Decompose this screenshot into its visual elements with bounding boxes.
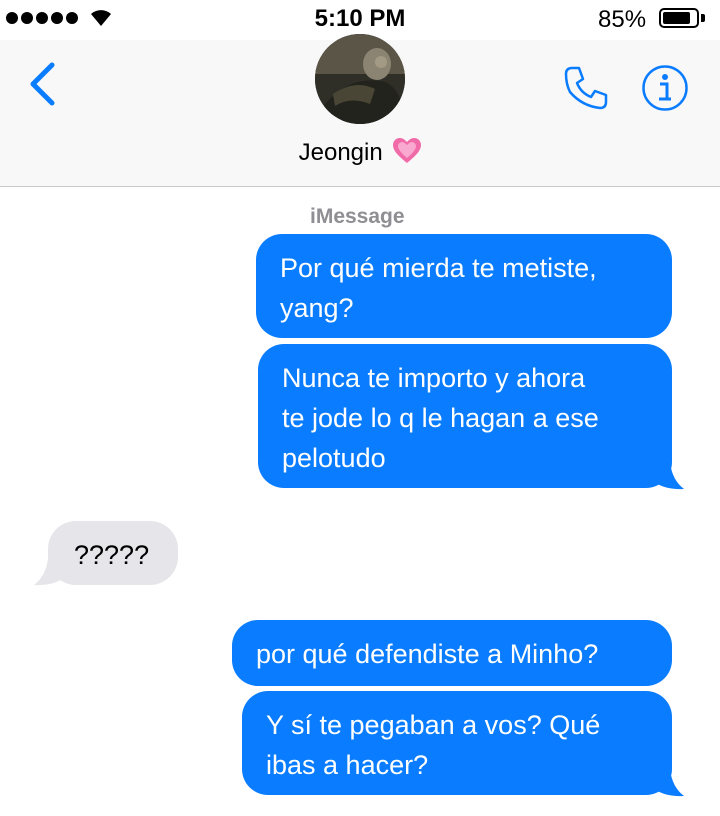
message-line: yang?: [280, 293, 354, 323]
conversation-header: Jeongin: [0, 34, 720, 187]
avatar-photo: [315, 34, 405, 124]
contact-name-row[interactable]: Jeongin: [0, 138, 720, 167]
battery-percentage: 85%: [598, 6, 647, 33]
message-line: Nunca te importo y ahora: [282, 363, 586, 393]
battery-level: [663, 12, 691, 24]
message-line: ibas a hacer?: [266, 750, 429, 780]
battery-tip: [701, 14, 705, 22]
outgoing-message[interactable]: Y sí te pegaban a vos? Qué ibas a hacer?: [242, 691, 672, 795]
message-line: te jode lo q le hagan a ese: [282, 403, 599, 433]
service-label: iMessage: [310, 205, 405, 228]
contact-name: Jeongin: [298, 139, 383, 166]
growing-heart-icon: [393, 138, 422, 163]
outgoing-message[interactable]: por qué defendiste a Minho?: [232, 620, 672, 686]
battery-icon: [659, 8, 699, 28]
back-chevron-icon[interactable]: [24, 60, 64, 110]
contact-avatar[interactable]: [315, 34, 405, 124]
phone-icon[interactable]: [562, 64, 610, 112]
info-icon[interactable]: [641, 64, 689, 112]
bubble-tail: [650, 769, 684, 797]
message-line: por qué defendiste a Minho?: [256, 639, 599, 669]
message-line: ?????: [74, 540, 150, 570]
outgoing-message[interactable]: Nunca te importo y ahora te jode lo q le…: [258, 344, 672, 488]
message-line: Por qué mierda te metiste,: [280, 253, 597, 283]
message-line: Y sí te pegaban a vos? Qué: [266, 710, 601, 740]
outgoing-message[interactable]: Por qué mierda te metiste, yang?: [256, 234, 672, 338]
bubble-tail: [34, 558, 68, 586]
bubble-tail: [650, 462, 684, 490]
message-line: pelotudo: [282, 443, 386, 473]
